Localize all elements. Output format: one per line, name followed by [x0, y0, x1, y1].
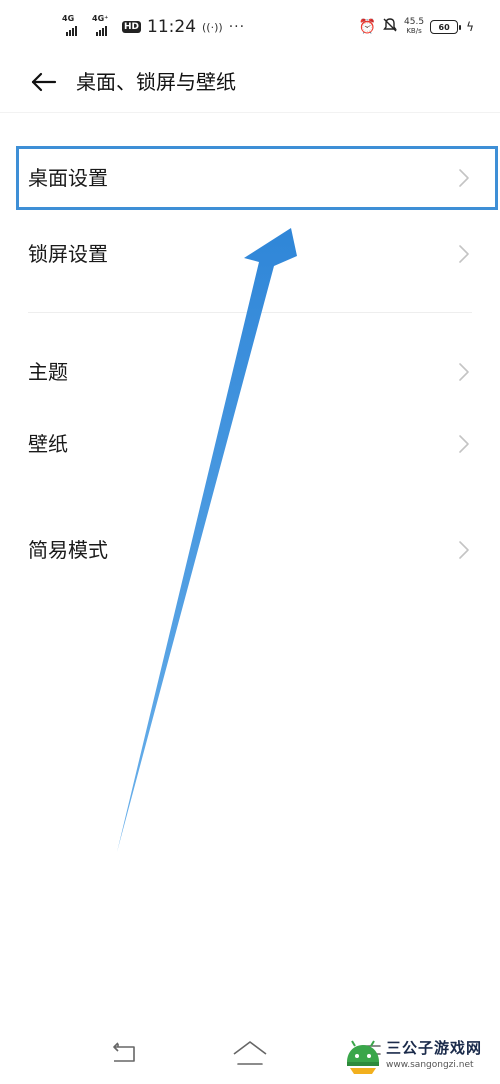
watermark-logo-icon	[347, 1040, 379, 1074]
status-bar-left: 4G 4G⁺ HD 11:24 ((·)) ···	[62, 14, 245, 40]
highlight-box	[16, 146, 498, 210]
app-header: 桌面、锁屏与壁纸	[0, 56, 500, 112]
back-arrow-icon[interactable]	[28, 66, 60, 98]
list-item-wallpaper[interactable]: 壁纸	[0, 408, 500, 480]
list-item-simple-mode[interactable]: 简易模式	[0, 514, 500, 586]
group-divider	[28, 312, 472, 313]
watermark-title: 三公子游戏网	[386, 1039, 483, 1057]
back-nav-icon[interactable]	[104, 1038, 144, 1070]
site-watermark: 三公子游戏网 www.sangongzi.net	[342, 1032, 492, 1080]
charging-icon: ϟ	[466, 20, 474, 34]
alarm-icon: ⏰	[358, 19, 377, 35]
network-type-2: 4G⁺	[92, 14, 109, 23]
status-bar: 4G 4G⁺ HD 11:24 ((·)) ··· ⏰ 45.5 KB/s 60…	[0, 0, 500, 56]
home-nav-icon[interactable]	[230, 1038, 270, 1070]
status-bar-right: ⏰ 45.5 KB/s 60 ϟ	[359, 14, 474, 40]
chevron-right-icon	[459, 245, 469, 263]
list-item-theme[interactable]: 主题	[0, 336, 500, 408]
more-notifications-icon: ···	[228, 19, 246, 35]
header-divider	[0, 112, 500, 113]
list-item-label: 简易模式	[28, 538, 108, 562]
list-item-lockscreen-settings[interactable]: 锁屏设置	[0, 218, 500, 290]
chevron-right-icon	[459, 541, 469, 559]
watermark-url: www.sangongzi.net	[386, 1060, 474, 1070]
battery-level: 60	[438, 22, 450, 32]
network-speed: 45.5 KB/s	[404, 18, 424, 36]
network-speed-unit: KB/s	[406, 27, 422, 35]
status-time: 11:24	[147, 17, 197, 37]
list-item-label: 壁纸	[28, 432, 68, 456]
list-item-label: 锁屏设置	[28, 242, 108, 266]
chevron-right-icon	[459, 435, 469, 453]
signal-icon: 4G⁺	[92, 14, 116, 38]
battery-icon: 60	[430, 20, 462, 34]
network-speed-value: 45.5	[404, 17, 425, 27]
hd-voice-icon: HD	[122, 21, 142, 33]
network-type-1: 4G	[62, 14, 75, 23]
chevron-right-icon	[459, 363, 469, 381]
page-title: 桌面、锁屏与壁纸	[76, 70, 236, 94]
wifi-calling-icon: ((·))	[202, 20, 223, 34]
mute-icon	[382, 17, 398, 37]
list-item-label: 主题	[28, 360, 68, 384]
signal-icon: 4G	[62, 14, 86, 38]
